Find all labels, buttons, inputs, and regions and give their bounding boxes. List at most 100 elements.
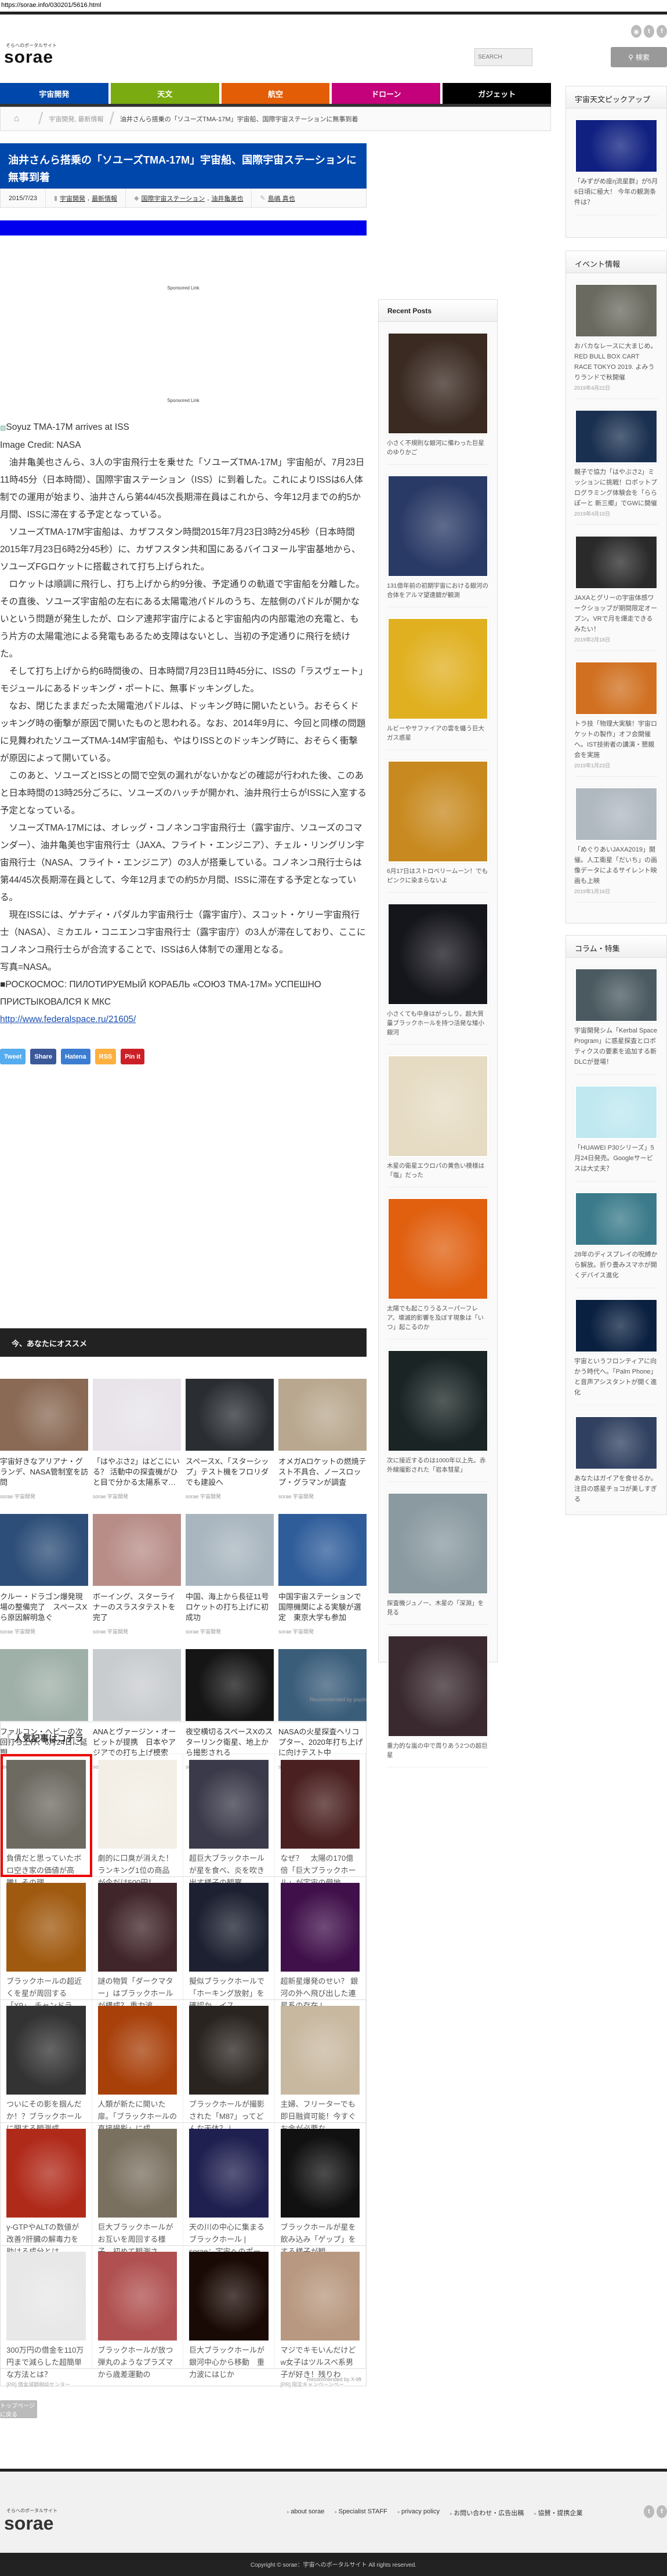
popular-card[interactable]: 人類が新たに開いた扉。「ブラックホールの直接撮影」に成: [92, 2000, 183, 2133]
recent-post-item[interactable]: ルビーやサファイアの雲を纏う巨大ガス惑星: [387, 607, 489, 750]
recent-post-item[interactable]: 次に接近するのは1000年以上先。赤外線撮影された「岩本彗星」: [387, 1339, 489, 1482]
popular-card[interactable]: なぜ？ 太陽の170億倍「巨大ブラックホール」が宇宙の僻地: [274, 1754, 366, 1887]
card-title[interactable]: 中国宇宙ステーションで国際機関による実験が選定 東京大学も参加: [278, 1592, 367, 1623]
popular-card[interactable]: 謎の物質「ダークマター」はブラックホールが構成？ 重力波: [92, 1877, 183, 2010]
recent-post-item[interactable]: 重力的な嵐の中で周りあう2つの超巨星: [387, 1625, 489, 1767]
thumbnail-image[interactable]: [97, 2252, 177, 2340]
card-title[interactable]: ボーイング、スターライナーのスラスタテストを完了: [93, 1592, 181, 1623]
thumbnail-image[interactable]: [280, 1883, 360, 1972]
thumbnail-image[interactable]: [574, 1415, 658, 1470]
recent-post-item[interactable]: 131億年前の初期宇宙における銀河の合体をアルマ望遠鏡が観測: [387, 465, 489, 607]
thumbnail-image[interactable]: [278, 1514, 367, 1586]
thumbnail-image[interactable]: [280, 1760, 360, 1849]
popular-card[interactable]: 300万円の借金を110万円まで減らした超簡単な方法とは？ [PR] 借金減額相談…: [1, 2246, 92, 2387]
recent-post-item[interactable]: 探査機ジュノー、木星の「深淵」を見る: [387, 1482, 489, 1625]
thumbnail-image[interactable]: [97, 2129, 177, 2218]
sidebar-post-item[interactable]: 宇宙というフロンティアに向かう時代へ。「Palm Phone」と音声アシスタント…: [574, 1288, 658, 1405]
popular-card[interactable]: ブラックホールが星を飲み込み「ゲップ」をする様子が観: [274, 2123, 366, 2256]
post-title[interactable]: 6月17日はストロベリームーン！でもピンクに染まらないよ: [387, 867, 489, 885]
recommend-card[interactable]: 「はやぶさ2」はどこにいる？ 活動中の探査機がひと目で分かる太陽系マ… sorae…: [93, 1379, 181, 1500]
thumbnail-image[interactable]: [387, 332, 489, 435]
thumbnail-image[interactable]: [189, 1760, 269, 1849]
popular-card[interactable]: 巨大ブラックホールがお互いを周回する様子、初めて観測さ: [92, 2123, 183, 2256]
thumbnail-image[interactable]: [93, 1379, 181, 1451]
thumbnail-image[interactable]: [387, 903, 489, 1006]
recommend-card[interactable]: オメガAロケットの燃焼テスト不具合、ノースロップ・グラマンが調査 sorae 宇宙…: [278, 1379, 367, 1500]
footer-link[interactable]: お問い合わせ・広告出稿: [450, 2508, 524, 2517]
post-title[interactable]: 宇宙というフロンティアに向かう時代へ。「Palm Phone」と音声アシスタント…: [574, 1356, 658, 1398]
popular-card[interactable]: 主婦、フリーターでも即日融資可能！今すぐお金が必要な[PR] 【即日融資情報】ス…: [274, 2000, 366, 2142]
card-title[interactable]: 「はやぶさ2」はどこにいる？ 活動中の探査機がひと目で分かる太陽系マ…: [93, 1457, 181, 1488]
thumbnail-image[interactable]: [574, 409, 658, 464]
post-title[interactable]: 探査機ジュノー、木星の「深淵」を見る: [387, 1599, 489, 1617]
post-title[interactable]: 「HUAWEI P30シリーズ」5月24日発売。Googleサービスは大丈夫？: [574, 1143, 658, 1174]
thumbnail-image[interactable]: [387, 1349, 489, 1452]
nav-item[interactable]: 航空: [221, 83, 330, 104]
share-button[interactable]: Hatena: [60, 1049, 90, 1064]
thumbnail-image[interactable]: [6, 2129, 86, 2218]
category-link[interactable]: 宇宙開発: [60, 194, 85, 203]
popular-card[interactable]: 擬似ブラックホールで「ホーキング放射」を確認か イス: [183, 1877, 275, 2010]
popular-card[interactable]: 天の川の中心に集まるブラックホール | sorae：宇宙へのポー: [183, 2123, 275, 2256]
thumbnail-image[interactable]: [387, 1492, 489, 1595]
footer-link[interactable]: Specialist STAFF: [335, 2508, 387, 2517]
nav-item[interactable]: 宇宙開発: [0, 83, 108, 104]
thumbnail-image[interactable]: [387, 617, 489, 720]
rss-icon[interactable]: ◉: [631, 25, 641, 38]
sidebar-post-item[interactable]: 宇宙開発シム「Kerbal Space Program」に惑星探査とロボティクス…: [574, 958, 658, 1075]
popular-card[interactable]: γ-GTPやALTの数値が改善?肝臓の解毒力を助ける成分とは[PR] カゴメ株式…: [1, 2123, 92, 2265]
sidebar-post-item[interactable]: 「めぐりあいJAXA2019」開催。人工衛星「だいち」の画像データによるサイレン…: [574, 777, 658, 903]
thumbnail-image[interactable]: [574, 1298, 658, 1353]
share-button[interactable]: RSS: [95, 1049, 117, 1064]
card-title[interactable]: 300万円の借金を110万円まで減らした超簡単な方法とは？: [6, 2344, 86, 2381]
popular-card[interactable]: 劇的に口臭が消えた！ランキング1位の商品が今だけ500円！[PR] キャンペーン…: [92, 1754, 183, 1896]
thumbnail-image[interactable]: [387, 1635, 489, 1738]
thumbnail-image[interactable]: [387, 1055, 489, 1158]
thumbnail-image[interactable]: [280, 2129, 360, 2218]
popular-card[interactable]: 巨大ブラックホールが銀河中心から移動 重力波にはじか: [183, 2246, 275, 2379]
card-title[interactable]: 中国、海上から長征11号ロケットの打ち上げに初成功: [186, 1592, 274, 1623]
popular-card[interactable]: 超巨大ブラックホールが星を食べ、炎を吹き出す様子の観察: [183, 1754, 275, 1887]
thumbnail-image[interactable]: [574, 1191, 658, 1247]
card-title[interactable]: 宇宙好きなアリアナ・グランデ、NASA管制室を訪問: [0, 1457, 88, 1488]
thumbnail-image[interactable]: [0, 1514, 88, 1586]
recommend-card[interactable]: 宇宙好きなアリアナ・グランデ、NASA管制室を訪問 sorae 宇宙開発: [0, 1379, 88, 1500]
thumbnail-image[interactable]: [93, 1649, 181, 1721]
tag-link[interactable]: 国際宇宙ステーション: [142, 194, 205, 203]
thumbnail-image[interactable]: [574, 661, 658, 716]
nav-item[interactable]: ドローン: [332, 83, 441, 104]
author-link[interactable]: 島嶋 真也: [268, 194, 295, 203]
tag-link[interactable]: 油井亀美也: [211, 194, 243, 203]
post-title[interactable]: おバカなレースに大まじめ。RED BULL BOX CART RACE TOKY…: [574, 341, 658, 383]
popular-card[interactable]: ブラックホールの超近くを星が周回する「X9」、チャンドラ: [1, 1877, 92, 2010]
source-link[interactable]: http://www.federalspace.ru/21605/: [0, 1015, 136, 1024]
sidebar-post-item[interactable]: 「みずがめ座η流星群」が5月6日頃に極大！ 今年の観測条件は？: [574, 108, 658, 215]
sidebar-post-item[interactable]: 「HUAWEI P30シリーズ」5月24日発売。Googleサービスは大丈夫？: [574, 1075, 658, 1182]
category-link[interactable]: 最新情報: [92, 194, 117, 203]
sidebar-post-item[interactable]: トラ技「物理大実験！宇宙ロケットの製作」オフ会開催へ。IST技術者の講演・懇親会…: [574, 651, 658, 777]
recommend-card[interactable]: スペースX、「スターシップ」テスト機をフロリダでも建設へ sorae 宇宙開発: [186, 1379, 274, 1500]
sidebar-post-item[interactable]: あなたはガイアを食せるか。注目の惑星チョコが美しすぎる: [574, 1405, 658, 1512]
post-title[interactable]: 小さくても中身はがっしり。超大質量ブラックホールを持つ活発な矮小銀河: [387, 1009, 489, 1037]
post-title[interactable]: 宇宙開発シム「Kerbal Space Program」に惑星探査とロボティクス…: [574, 1026, 658, 1067]
thumbnail-image[interactable]: [574, 1085, 658, 1140]
search-button[interactable]: ⚲ 検索: [611, 47, 667, 67]
recent-post-item[interactable]: 小さくても中身はがっしり。超大質量ブラックホールを持つ活発な矮小銀河: [387, 893, 489, 1045]
popular-card[interactable]: 超新星爆発のせい？ 銀河の外へ飛び出した連星系の存在 |: [274, 1877, 366, 2010]
recommend-card[interactable]: 中国宇宙ステーションで国際機関による実験が選定 東京大学も参加 sorae 宇宙開…: [278, 1514, 367, 1635]
post-title[interactable]: 重力的な嵐の中で周りあう2つの超巨星: [387, 1741, 489, 1760]
sidebar-post-item[interactable]: JAXAとグリーの宇宙体感ワークショップが期間限定オープン。VRで月を爆走できる…: [574, 525, 658, 651]
popular-card[interactable]: 負債だと思っていたボロ空き家の価値が高騰！その理[PR] 無料不動産査定47.J…: [1, 1754, 92, 1896]
back-to-top-button[interactable]: トップページに戻る: [0, 2400, 37, 2418]
recent-post-item[interactable]: 小さく不規則な銀河に備わった巨星のゆりかご: [387, 322, 489, 465]
nav-item[interactable]: 天文: [110, 83, 219, 104]
popular-card[interactable]: ブラックホールが撮影された「M87」ってどんな天体？ |: [183, 2000, 275, 2133]
search-input[interactable]: [474, 48, 532, 66]
thumbnail-image[interactable]: [574, 118, 658, 173]
footer-link[interactable]: about sorae: [287, 2508, 324, 2517]
share-button[interactable]: Pin it: [121, 1049, 145, 1064]
facebook-icon[interactable]: f: [657, 2505, 667, 2518]
thumbnail-image[interactable]: [97, 1760, 177, 1849]
post-title[interactable]: ルビーやサファイアの雲を纏う巨大ガス惑星: [387, 724, 489, 742]
post-title[interactable]: 28年のディスプレイの呪縛から解放。折り畳みスマホが開くデバイス進化: [574, 1249, 658, 1281]
